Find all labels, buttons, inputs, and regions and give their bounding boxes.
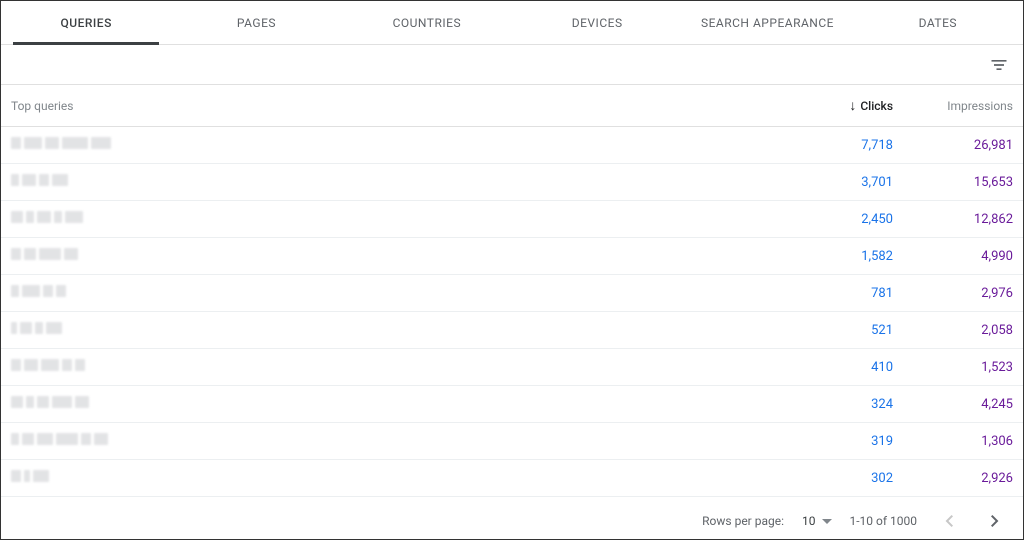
clicks-cell: 2,450 bbox=[773, 212, 893, 227]
redacted-query bbox=[11, 359, 85, 371]
redacted-query bbox=[11, 137, 111, 149]
rows-per-page-label: Rows per page: bbox=[702, 514, 784, 528]
impressions-cell: 26,981 bbox=[893, 138, 1013, 153]
query-cell bbox=[11, 470, 773, 486]
tab-countries[interactable]: COUNTRIES bbox=[342, 1, 512, 44]
redacted-query bbox=[11, 470, 49, 482]
clicks-cell: 781 bbox=[773, 286, 893, 301]
rows-per-page-select[interactable]: 10 bbox=[802, 514, 832, 528]
impressions-cell: 2,926 bbox=[893, 471, 1013, 486]
tab-pages[interactable]: PAGES bbox=[171, 1, 341, 44]
query-cell bbox=[11, 248, 773, 264]
sort-descending-icon: ↓ bbox=[849, 99, 856, 113]
impressions-cell: 15,653 bbox=[893, 175, 1013, 190]
table-row[interactable]: 3022,926 bbox=[1, 460, 1023, 497]
tab-queries[interactable]: QUERIES bbox=[1, 1, 171, 44]
query-cell bbox=[11, 211, 773, 227]
table-row[interactable]: 3191,306 bbox=[1, 423, 1023, 460]
redacted-query bbox=[11, 248, 78, 260]
clicks-cell: 1,582 bbox=[773, 249, 893, 264]
chevron-down-icon bbox=[822, 519, 832, 524]
query-cell bbox=[11, 285, 773, 301]
redacted-query bbox=[11, 433, 108, 445]
impressions-cell: 4,990 bbox=[893, 249, 1013, 264]
query-cell bbox=[11, 322, 773, 338]
tab-devices[interactable]: DEVICES bbox=[512, 1, 682, 44]
query-cell bbox=[11, 433, 773, 449]
table-row[interactable]: 3,70115,653 bbox=[1, 164, 1023, 201]
clicks-cell: 319 bbox=[773, 434, 893, 449]
redacted-query bbox=[11, 174, 68, 186]
clicks-cell: 302 bbox=[773, 471, 893, 486]
impressions-cell: 2,976 bbox=[893, 286, 1013, 301]
pagination-bar: Rows per page: 10 1-10 of 1000 bbox=[1, 497, 1023, 545]
clicks-cell: 3,701 bbox=[773, 175, 893, 190]
query-cell bbox=[11, 396, 773, 412]
clicks-cell: 410 bbox=[773, 360, 893, 375]
pagination-range: 1-10 of 1000 bbox=[850, 514, 918, 528]
redacted-query bbox=[11, 285, 66, 297]
redacted-query bbox=[11, 396, 89, 408]
table-row[interactable]: 1,5824,990 bbox=[1, 238, 1023, 275]
clicks-cell: 7,718 bbox=[773, 138, 893, 153]
table-row[interactable]: 3244,245 bbox=[1, 386, 1023, 423]
chevron-left-icon bbox=[945, 515, 953, 527]
filter-bar bbox=[1, 45, 1023, 85]
column-header-clicks[interactable]: ↓ Clicks bbox=[773, 99, 893, 113]
column-header-impressions[interactable]: Impressions bbox=[893, 99, 1013, 113]
impressions-cell: 4,245 bbox=[893, 397, 1013, 412]
query-cell bbox=[11, 174, 773, 190]
chevron-right-icon bbox=[991, 515, 999, 527]
column-header-query[interactable]: Top queries bbox=[11, 99, 773, 113]
next-page-button[interactable] bbox=[981, 507, 1009, 535]
clicks-label: Clicks bbox=[860, 99, 893, 113]
tab-dates[interactable]: DATES bbox=[853, 1, 1023, 44]
filter-icon[interactable] bbox=[989, 55, 1009, 75]
clicks-cell: 324 bbox=[773, 397, 893, 412]
query-cell bbox=[11, 359, 773, 375]
tab-search-appearance[interactable]: SEARCH APPEARANCE bbox=[682, 1, 852, 44]
table-row[interactable]: 2,45012,862 bbox=[1, 201, 1023, 238]
table-header: Top queries ↓ Clicks Impressions bbox=[1, 85, 1023, 127]
rows-per-page-value: 10 bbox=[802, 514, 816, 528]
impressions-cell: 1,523 bbox=[893, 360, 1013, 375]
tabs-bar: QUERIESPAGESCOUNTRIESDEVICESSEARCH APPEA… bbox=[1, 1, 1023, 45]
prev-page-button[interactable] bbox=[935, 507, 963, 535]
impressions-cell: 2,058 bbox=[893, 323, 1013, 338]
impressions-cell: 12,862 bbox=[893, 212, 1013, 227]
table-row[interactable]: 7812,976 bbox=[1, 275, 1023, 312]
table-row[interactable]: 5212,058 bbox=[1, 312, 1023, 349]
table-row[interactable]: 7,71826,981 bbox=[1, 127, 1023, 164]
clicks-cell: 521 bbox=[773, 323, 893, 338]
impressions-cell: 1,306 bbox=[893, 434, 1013, 449]
table-row[interactable]: 4101,523 bbox=[1, 349, 1023, 386]
redacted-query bbox=[11, 211, 83, 223]
redacted-query bbox=[11, 322, 62, 334]
query-cell bbox=[11, 137, 773, 153]
